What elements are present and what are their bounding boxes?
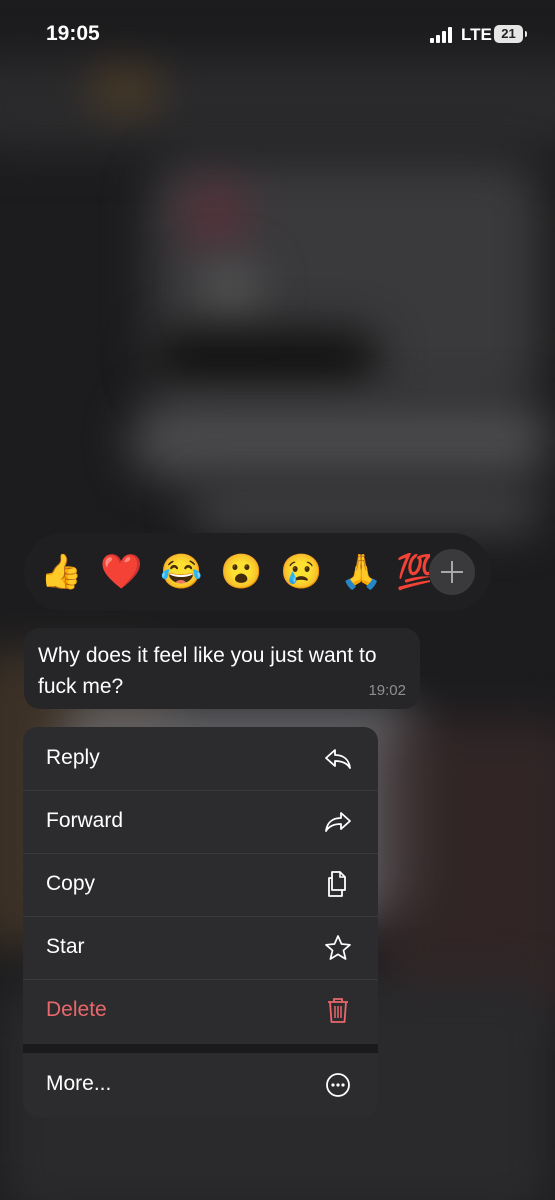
trash-icon <box>328 998 348 1023</box>
menu-item-label: Reply <box>46 746 100 769</box>
add-reaction-button[interactable] <box>429 549 475 595</box>
reply-icon <box>325 749 351 769</box>
reaction-hundred[interactable]: 💯 <box>396 553 430 591</box>
reaction-heart[interactable]: ❤️ <box>100 553 142 591</box>
menu-item-label: More... <box>46 1072 112 1095</box>
network-type: LTE <box>461 25 492 44</box>
menu-separator <box>23 1044 378 1053</box>
menu-item-label: Star <box>46 935 85 958</box>
more-icon <box>326 1073 350 1097</box>
reaction-bar: 👍 ❤️ 😂 😮 😢 🙏 💯 <box>24 533 491 611</box>
menu-item-label: Delete <box>46 998 107 1021</box>
reaction-pray[interactable]: 🙏 <box>340 553 382 591</box>
star-icon <box>325 935 351 960</box>
context-menu: Reply Forward Copy Star Delete More... <box>23 727 378 1117</box>
battery-icon: 21 <box>494 25 527 43</box>
status-bar: 19:05 LTE 21 <box>0 0 555 70</box>
menu-item-label: Copy <box>46 872 96 895</box>
message-text: Why does it feel like you just want to f… <box>38 644 377 698</box>
menu-item-forward[interactable]: Forward <box>23 790 378 854</box>
forward-icon <box>325 812 351 832</box>
signal-icon <box>430 26 456 43</box>
message-bubble: Why does it feel like you just want to f… <box>24 628 420 709</box>
reaction-thumbs-up[interactable]: 👍 <box>40 553 82 591</box>
menu-item-delete[interactable]: Delete <box>23 979 378 1042</box>
menu-item-star[interactable]: Star <box>23 916 378 980</box>
menu-item-reply[interactable]: Reply <box>23 727 378 791</box>
menu-item-copy[interactable]: Copy <box>23 853 378 917</box>
reaction-laughing[interactable]: 😂 <box>160 553 202 591</box>
message-time: 19:02 <box>368 682 406 699</box>
menu-item-more[interactable]: More... <box>23 1053 378 1116</box>
menu-item-label: Forward <box>46 809 124 832</box>
status-time: 19:05 <box>46 22 100 45</box>
reaction-surprised[interactable]: 😮 <box>220 553 262 591</box>
reaction-crying[interactable]: 😢 <box>280 553 322 591</box>
copy-icon <box>328 871 346 897</box>
